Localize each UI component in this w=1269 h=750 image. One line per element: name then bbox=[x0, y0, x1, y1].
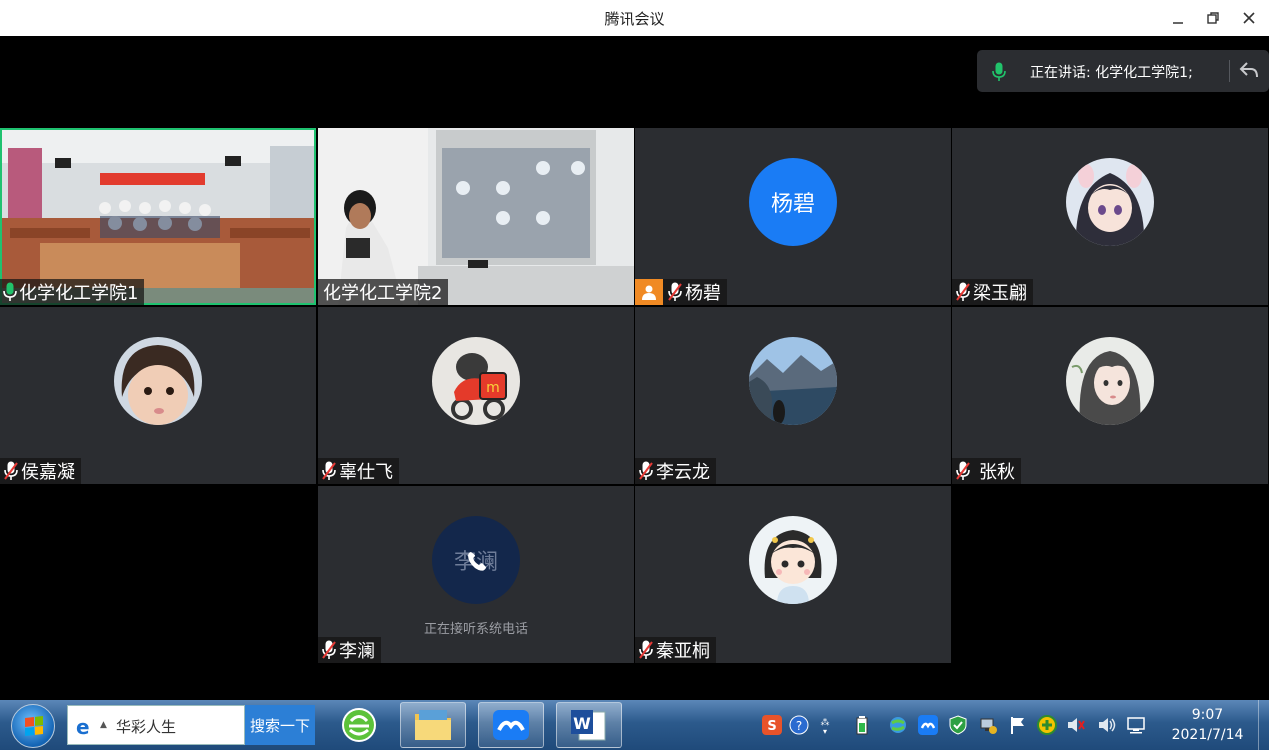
close-icon[interactable] bbox=[1237, 6, 1261, 30]
participant-name: 化学化工学院2 bbox=[323, 283, 443, 304]
host-icon bbox=[635, 279, 663, 305]
svg-text:?: ? bbox=[796, 719, 802, 733]
battery-icon[interactable] bbox=[852, 715, 872, 735]
participant-name: 化学化工学院1 bbox=[19, 283, 139, 304]
network-icon[interactable] bbox=[978, 715, 998, 735]
ie-icon: e bbox=[76, 715, 90, 739]
file-explorer-app-icon[interactable] bbox=[400, 702, 466, 748]
360-security-icon[interactable] bbox=[1037, 715, 1057, 735]
clock-time: 9:07 bbox=[1191, 707, 1224, 723]
sogou-input-icon[interactable]: S bbox=[762, 715, 782, 735]
microphone-muted-icon bbox=[668, 282, 682, 301]
collapse-arrow-icon[interactable] bbox=[1239, 61, 1259, 79]
participant-name: 杨碧 bbox=[685, 283, 721, 304]
participant-name: 李云龙 bbox=[656, 462, 710, 483]
speaker-icon[interactable] bbox=[1097, 715, 1117, 735]
start-button[interactable] bbox=[11, 704, 55, 748]
name-label: 化学化工学院2 bbox=[318, 279, 449, 305]
security-shield-icon[interactable] bbox=[948, 715, 968, 735]
microphone-muted-icon bbox=[639, 640, 653, 659]
show-desktop-button[interactable] bbox=[1258, 700, 1269, 750]
video-tile-秦亚桐[interactable]: 秦亚桐 bbox=[635, 486, 951, 663]
avatar bbox=[1066, 158, 1154, 246]
avatar: 李澜 bbox=[432, 516, 520, 604]
clock-date: 2021/7/14 bbox=[1171, 727, 1244, 743]
name-label: 杨碧 bbox=[635, 279, 727, 305]
avatar bbox=[749, 337, 837, 425]
help-icon[interactable]: ? bbox=[789, 715, 809, 735]
phone-icon bbox=[468, 552, 486, 571]
name-label: 秦亚桐 bbox=[635, 637, 716, 663]
taskbar-search-box[interactable]: e ▲ 华彩人生 bbox=[67, 705, 245, 745]
avatar: m bbox=[432, 337, 520, 425]
volume-muted-icon[interactable] bbox=[1066, 715, 1086, 735]
avatar bbox=[114, 337, 202, 425]
tencent-meeting-app-icon[interactable] bbox=[478, 702, 544, 748]
microphone-muted-icon bbox=[322, 640, 336, 659]
window-title: 腾讯会议 bbox=[604, 10, 665, 28]
speaking-text: 正在讲话: 化学化工学院1; bbox=[1030, 65, 1193, 81]
avatar: 杨碧 bbox=[749, 158, 837, 246]
video-tile-张秋[interactable]: 张秋 bbox=[952, 307, 1268, 484]
ime-settings-icon[interactable]: ⁂ ▾ bbox=[815, 715, 835, 735]
participant-name: 侯嘉凝 bbox=[21, 462, 75, 483]
svg-text:W: W bbox=[573, 714, 591, 733]
video-tile-李澜[interactable]: 李澜 正在接听系统电话 李澜 bbox=[318, 486, 634, 663]
video-tile-侯嘉凝[interactable]: 侯嘉凝 bbox=[0, 307, 316, 484]
word-app-icon[interactable]: W bbox=[556, 702, 622, 748]
microphone-muted-icon bbox=[322, 461, 336, 480]
video-tile-李云龙[interactable]: 李云龙 bbox=[635, 307, 951, 484]
video-tile-杨碧[interactable]: 杨碧 杨碧 bbox=[635, 128, 951, 305]
name-label: 李云龙 bbox=[635, 458, 716, 484]
windows-logo-icon bbox=[25, 716, 43, 736]
microphone-muted-icon bbox=[956, 461, 970, 480]
video-tile-梁玉翩[interactable]: 梁玉翩 bbox=[952, 128, 1268, 305]
microphone-active-icon bbox=[3, 282, 17, 301]
microphone-icon bbox=[992, 62, 1006, 81]
ie-browser-app-icon[interactable] bbox=[326, 702, 392, 748]
display-icon[interactable] bbox=[1127, 715, 1147, 735]
svg-text:m: m bbox=[486, 380, 500, 396]
name-label: 张秋 bbox=[952, 458, 1021, 484]
microphone-muted-icon bbox=[4, 461, 18, 480]
name-label: 侯嘉凝 bbox=[0, 458, 81, 484]
participant-name: 张秋 bbox=[979, 462, 1015, 483]
name-label: 李澜 bbox=[318, 637, 381, 663]
microphone-muted-icon bbox=[639, 461, 653, 480]
network-globe-icon[interactable] bbox=[888, 715, 908, 735]
participant-name: 辜仕飞 bbox=[339, 462, 393, 483]
title-bar: 腾讯会议 bbox=[0, 0, 1269, 36]
svg-text:S: S bbox=[767, 719, 776, 734]
avatar bbox=[1066, 337, 1154, 425]
search-button[interactable]: 搜索一下 bbox=[245, 705, 315, 745]
tencent-meeting-tray-icon[interactable] bbox=[918, 715, 938, 735]
name-label: 化学化工学院1 bbox=[0, 279, 145, 305]
svg-text:▾: ▾ bbox=[823, 727, 827, 735]
taskbar: e ▲ 华彩人生 搜索一下 W S ? ⁂ ▾ 9:07 2021/7/14 bbox=[0, 700, 1269, 750]
system-clock[interactable]: 9:07 2021/7/14 bbox=[1160, 705, 1255, 745]
name-label: 辜仕飞 bbox=[318, 458, 399, 484]
speaking-indicator[interactable]: 正在讲话: 化学化工学院1; bbox=[977, 50, 1269, 92]
participant-name: 梁玉翩 bbox=[973, 283, 1027, 304]
search-input[interactable]: 华彩人生 bbox=[116, 716, 176, 737]
divider bbox=[1229, 60, 1230, 82]
avatar bbox=[749, 516, 837, 604]
microphone-muted-icon bbox=[956, 282, 970, 301]
participant-name: 秦亚桐 bbox=[656, 641, 710, 662]
dropdown-arrow-icon[interactable]: ▲ bbox=[100, 720, 107, 730]
restore-icon[interactable] bbox=[1201, 6, 1225, 30]
video-tile-辜仕飞[interactable]: m 辜仕飞 bbox=[318, 307, 634, 484]
video-tile-化学化工学院2[interactable]: 化学化工学院2 bbox=[318, 128, 634, 305]
video-tile-化学化工学院1[interactable]: 化学化工学院1 bbox=[0, 128, 316, 305]
minimize-icon[interactable] bbox=[1166, 6, 1190, 30]
call-status: 正在接听系统电话 bbox=[423, 622, 528, 637]
action-center-flag-icon[interactable] bbox=[1008, 715, 1028, 735]
participant-name: 李澜 bbox=[339, 641, 375, 662]
name-label: 梁玉翩 bbox=[952, 279, 1033, 305]
